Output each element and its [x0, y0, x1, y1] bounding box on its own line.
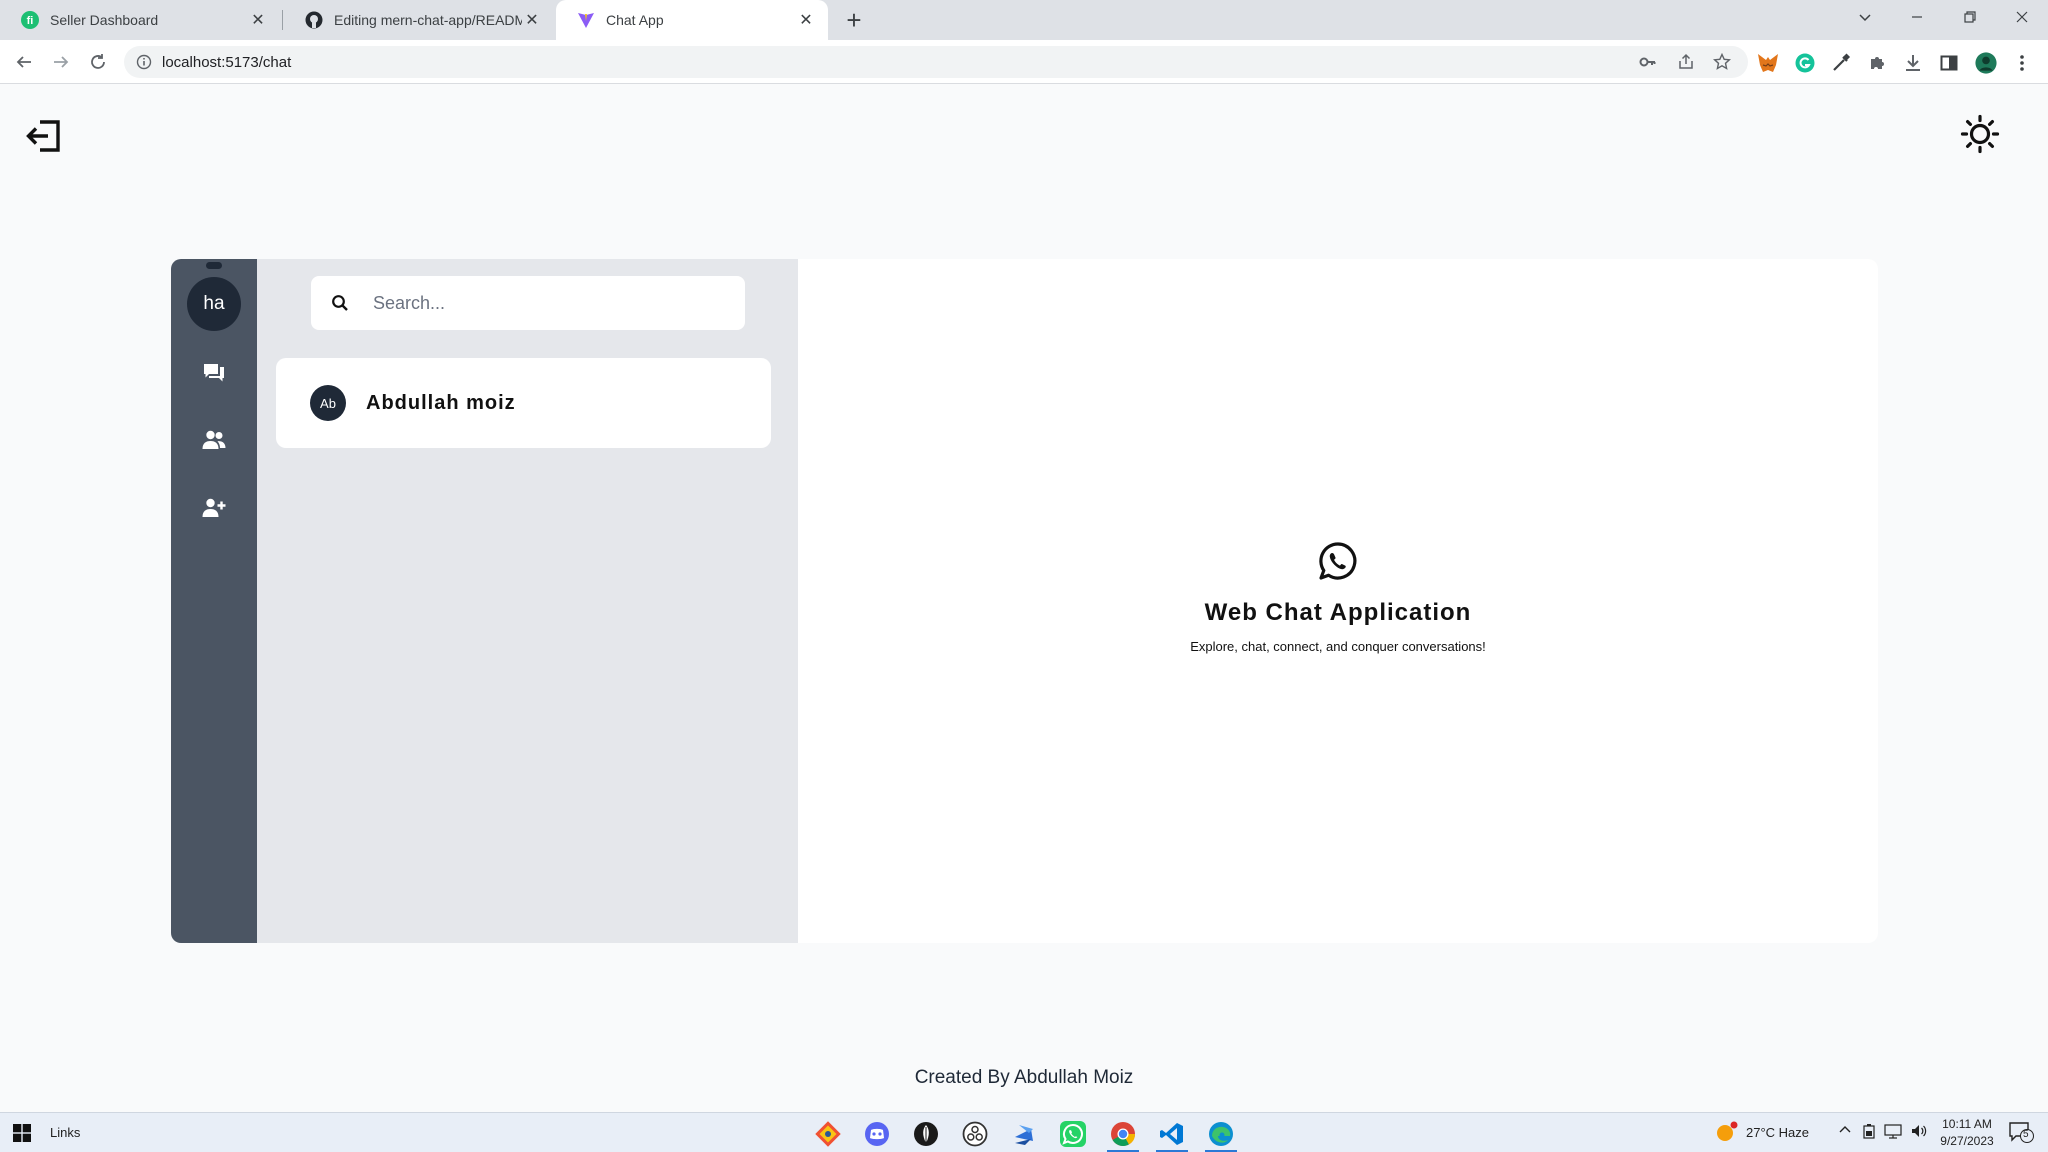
logout-icon [26, 120, 60, 152]
chrome-app-icon[interactable] [1103, 1117, 1143, 1152]
welcome-title: Web Chat Application [1204, 599, 1472, 626]
new-tab-button[interactable]: + [840, 5, 868, 35]
theme-toggle-button[interactable] [1960, 114, 2000, 154]
volume-icon[interactable] [1910, 1123, 1928, 1142]
vite-icon [576, 10, 596, 30]
windows-start-icon[interactable] [12, 1123, 32, 1143]
footer-credit: Created By Abdullah Moiz [914, 1067, 1134, 1088]
weather-icon[interactable] [1714, 1121, 1738, 1146]
notification-count: 5 [2023, 1129, 2029, 1140]
user-avatar[interactable]: ha [187, 277, 241, 331]
system-clock[interactable]: 10:11 AM 9/27/2023 [1932, 1116, 2002, 1150]
tab-github-readme[interactable]: Editing mern-chat-app/README.md ✕ [284, 0, 554, 40]
share-icon[interactable] [1676, 52, 1696, 72]
windows-taskbar: Links 27°C Haze 10:11 AM 9/27/2023 5 [0, 1112, 2048, 1152]
links-toolbar-label[interactable]: Links [50, 1125, 80, 1140]
clock-date: 9/27/2023 [1940, 1134, 1994, 1148]
welcome-placeholder: Web Chat Application Explore, chat, conn… [798, 541, 1878, 654]
contact-name: Abdullah moiz [366, 391, 516, 414]
key-icon[interactable] [1638, 52, 1658, 72]
back-icon[interactable] [10, 48, 38, 76]
sun-icon [1960, 114, 2000, 154]
tab-divider [282, 10, 283, 30]
downloads-icon[interactable] [1902, 52, 1924, 74]
close-window-icon[interactable] [2000, 0, 2044, 34]
search-icon [331, 294, 349, 312]
profile-avatar-icon[interactable] [1975, 52, 1997, 74]
search-input[interactable] [373, 288, 733, 318]
network-icon[interactable] [1884, 1123, 1902, 1142]
weather-text[interactable]: 27°C Haze [1746, 1125, 1809, 1140]
tab-search-icon[interactable] [1843, 0, 1887, 34]
tab-title: Editing mern-chat-app/README.md [334, 12, 522, 28]
vscode-app-icon[interactable] [1152, 1117, 1192, 1152]
notification-center-button[interactable]: 5 [2008, 1121, 2034, 1146]
metamask-icon[interactable] [1757, 52, 1779, 74]
logout-button[interactable] [26, 117, 64, 155]
fiverr-icon: fi [20, 10, 40, 30]
minimize-icon[interactable] [1895, 0, 1939, 34]
close-tab-icon[interactable]: ✕ [796, 10, 816, 30]
user-plus-icon [202, 498, 226, 517]
site-info-icon[interactable] [136, 54, 152, 70]
contacts-nav-button[interactable] [201, 427, 227, 453]
github-icon [304, 10, 324, 30]
obs-app-icon[interactable] [955, 1117, 995, 1151]
close-tab-icon[interactable]: ✕ [522, 10, 542, 30]
side-panel-icon[interactable] [1938, 52, 1960, 74]
git-app-icon[interactable] [808, 1117, 848, 1151]
battery-icon[interactable] [1862, 1123, 1876, 1142]
address-bar[interactable]: localhost:5173/chat [124, 46, 1748, 78]
chats-nav-button[interactable] [201, 360, 227, 386]
tab-title: Seller Dashboard [50, 12, 159, 28]
edge-app-icon[interactable] [1201, 1117, 1241, 1152]
svg-text:fi: fi [27, 15, 34, 27]
forward-icon[interactable] [47, 48, 75, 76]
contact-list-panel: Ab Abdullah moiz [257, 259, 798, 943]
chat-container: ha Search... Ab Abdullah moiz Web Chat A… [171, 259, 1878, 943]
search-box [311, 276, 745, 330]
whatsapp-icon [1319, 542, 1357, 580]
contact-avatar: Ab [310, 385, 346, 421]
bookmark-star-icon[interactable] [1712, 52, 1732, 72]
chat-main-panel: Web Chat Application Explore, chat, conn… [798, 259, 1878, 943]
rail-handle [206, 262, 222, 269]
tab-chat-app[interactable]: Chat App ✕ [556, 0, 828, 40]
extensions-icon[interactable] [1866, 52, 1888, 74]
grammarly-icon[interactable] [1794, 52, 1816, 74]
mongodb-app-icon[interactable] [906, 1117, 946, 1151]
close-tab-icon[interactable]: ✕ [248, 10, 268, 30]
restore-icon[interactable] [1948, 0, 1992, 34]
sublime-app-icon[interactable] [1004, 1117, 1044, 1151]
chat-bubbles-icon [204, 364, 224, 382]
users-icon [202, 430, 226, 449]
browser-toolbar: localhost:5173/chat [0, 40, 2048, 84]
sidebar-rail: ha [171, 259, 257, 943]
browser-tab-strip: fi Seller Dashboard ✕ Editing mern-chat-… [0, 0, 2048, 40]
reload-icon[interactable] [84, 48, 112, 76]
chevron-up-icon[interactable] [1838, 1123, 1852, 1140]
tab-title: Chat App [606, 12, 664, 28]
whatsapp-app-icon[interactable] [1053, 1117, 1093, 1151]
color-picker-icon[interactable] [1830, 52, 1852, 74]
clock-time: 10:11 AM [1942, 1117, 1992, 1131]
discord-app-icon[interactable] [857, 1117, 897, 1151]
url-text: localhost:5173/chat [162, 54, 292, 71]
welcome-subtitle: Explore, chat, connect, and conquer conv… [1190, 639, 1486, 654]
tab-seller-dashboard[interactable]: fi Seller Dashboard ✕ [0, 0, 280, 40]
contact-list-item[interactable]: Ab Abdullah moiz [276, 358, 771, 448]
browser-menu-icon[interactable] [2011, 52, 2033, 74]
add-friend-nav-button[interactable] [201, 495, 227, 521]
